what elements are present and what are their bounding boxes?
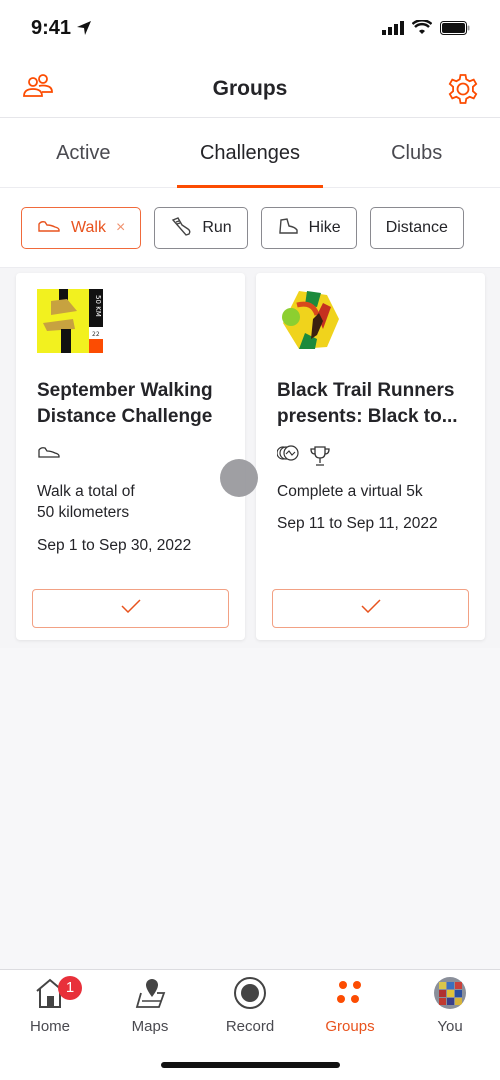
- app-header: Groups: [0, 60, 500, 118]
- filter-chip-label: Hike: [308, 219, 341, 236]
- tab-challenges[interactable]: Challenges: [167, 118, 334, 188]
- check-icon: [360, 599, 381, 618]
- map-icon: [133, 977, 167, 1013]
- gear-icon[interactable]: [446, 72, 480, 111]
- challenge-badge-image: [277, 289, 343, 353]
- status-icons: [382, 19, 470, 40]
- filter-chip-hike[interactable]: Hike: [260, 207, 357, 249]
- virtual-run-icon: [276, 445, 299, 472]
- tab-bar-home[interactable]: 1 Home: [0, 976, 100, 1035]
- tab-bar-label: Maps: [131, 1018, 169, 1035]
- notification-badge: 1: [58, 976, 82, 1000]
- status-bar: 9:41: [0, 0, 500, 60]
- groups-icon: [335, 979, 365, 1011]
- tab-bar-label: Groups: [325, 1018, 375, 1035]
- svg-text:22: 22: [92, 331, 100, 338]
- challenge-title[interactable]: Black Trail Runners presents: Black to..…: [277, 378, 471, 430]
- avatar: [433, 976, 467, 1014]
- tab-bar-label: Home: [29, 1018, 70, 1035]
- challenge-dates: Sep 11 to Sep 11, 2022: [277, 515, 438, 532]
- walk-shoe-icon: [37, 445, 61, 464]
- tab-bar-maps[interactable]: Maps: [100, 976, 200, 1035]
- tab-bar-you[interactable]: You: [400, 976, 500, 1035]
- status-time: 9:41: [31, 17, 72, 39]
- filter-chip-label: Walk: [71, 219, 106, 236]
- challenge-description: Complete a virtual 5k: [277, 483, 423, 500]
- walk-shoe-icon: [37, 219, 61, 238]
- tab-bar-label: You: [437, 1018, 463, 1035]
- check-icon: [120, 599, 141, 618]
- home-indicator: [161, 1062, 340, 1068]
- challenge-card[interactable]: Black Trail Runners presents: Black to..…: [256, 273, 485, 640]
- svg-text:50 KM: 50 KM: [94, 295, 102, 317]
- location-arrow-icon: [76, 20, 92, 41]
- filter-chip-run[interactable]: Run: [154, 207, 248, 249]
- tab-active[interactable]: Active: [0, 118, 167, 187]
- run-shoe-icon: [170, 215, 192, 242]
- challenge-dates: Sep 1 to Sep 30, 2022: [37, 537, 192, 554]
- tab-clubs[interactable]: Clubs: [333, 118, 500, 187]
- filter-chip-label: Distance: [385, 219, 448, 236]
- filter-chip-walk[interactable]: Walk ×: [21, 207, 142, 249]
- page-title: Groups: [212, 77, 288, 100]
- sport-icons: [276, 445, 331, 472]
- segment-tabs: Active Challenges Clubs: [0, 118, 500, 188]
- challenge-card[interactable]: 50 KM 22 September Walking Distance Chal…: [16, 273, 245, 640]
- joined-button[interactable]: [32, 589, 229, 628]
- tab-bar-groups[interactable]: Groups: [300, 976, 400, 1035]
- challenge-list: 50 KM 22 September Walking Distance Chal…: [0, 268, 500, 648]
- challenge-description: Walk a total of 50 kilometers: [37, 483, 135, 521]
- filter-chip-distance[interactable]: Distance: [369, 207, 464, 249]
- trophy-icon: [309, 445, 331, 472]
- sport-icons: [37, 445, 61, 464]
- filter-chips: Walk × Run Hike Distance: [0, 188, 500, 268]
- hike-boot-icon: [277, 216, 299, 241]
- challenge-badge-image: 50 KM 22: [37, 289, 103, 353]
- challenge-title[interactable]: September Walking Distance Challenge: [37, 378, 231, 430]
- signal-icon: [382, 20, 404, 40]
- empty-area: [0, 648, 500, 970]
- filter-chip-label: Run: [202, 219, 232, 236]
- remove-filter-icon[interactable]: ×: [116, 219, 125, 237]
- touch-indicator: [220, 459, 258, 497]
- joined-button[interactable]: [272, 589, 469, 628]
- tab-bar-label: Record: [225, 1018, 275, 1035]
- battery-icon: [440, 20, 470, 40]
- wifi-icon: [411, 19, 433, 40]
- record-icon: [233, 976, 267, 1014]
- tab-bar-record[interactable]: Record: [200, 976, 300, 1035]
- top-area: 9:41 Groups Active Challenges Clubs Walk…: [0, 0, 500, 268]
